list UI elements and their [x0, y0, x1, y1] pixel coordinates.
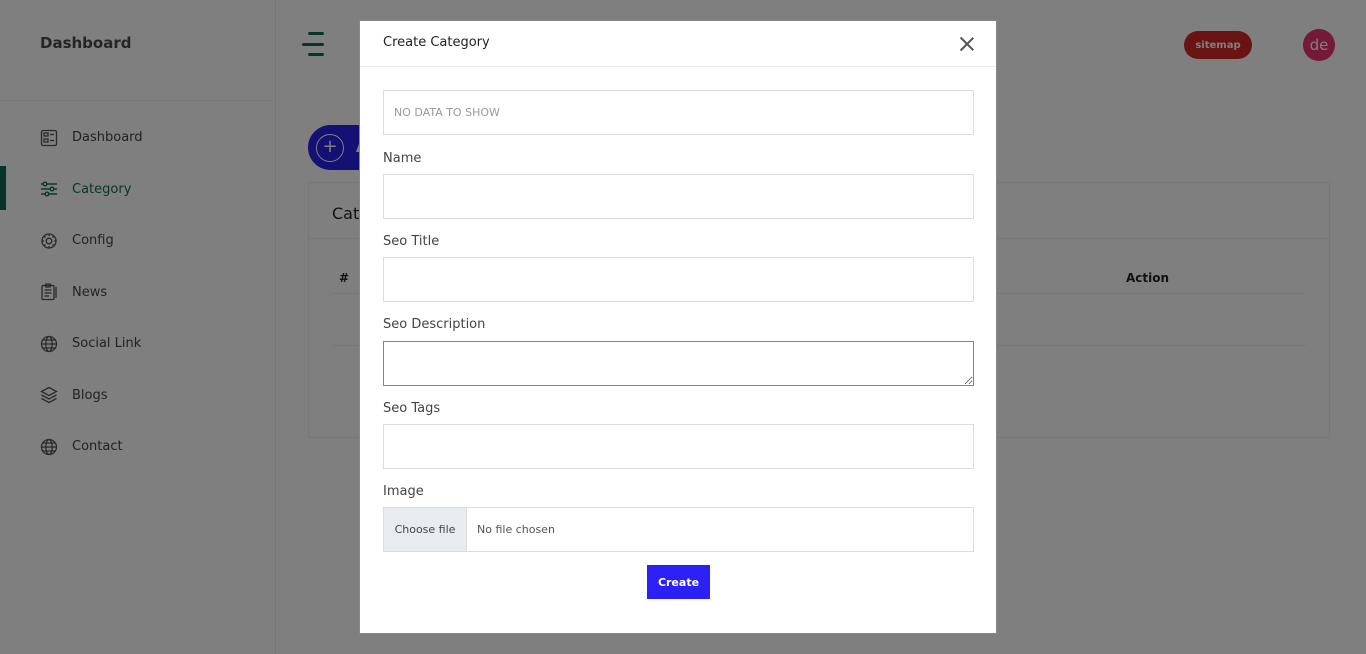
- seo-tags-input[interactable]: [383, 424, 974, 469]
- modal-header: Create Category: [360, 21, 996, 67]
- file-status: No file chosen: [477, 523, 555, 536]
- seo-description-label: Seo Description: [383, 317, 486, 332]
- choose-file-button[interactable]: Choose file: [384, 508, 467, 551]
- create-button[interactable]: Create: [647, 565, 710, 599]
- name-label: Name: [383, 151, 422, 166]
- modal-title: Create Category: [383, 35, 490, 50]
- close-icon[interactable]: [956, 33, 978, 55]
- seo-tags-label: Seo Tags: [383, 401, 441, 416]
- name-input[interactable]: [383, 174, 974, 219]
- image-label: Image: [383, 484, 424, 499]
- seo-title-label: Seo Title: [383, 234, 440, 249]
- image-file-input[interactable]: Choose file No file chosen: [383, 507, 974, 552]
- seo-title-input[interactable]: [383, 257, 974, 302]
- create-category-modal: Create Category NO DATA TO SHOW Name Seo…: [359, 20, 997, 634]
- no-data-box: NO DATA TO SHOW: [383, 90, 974, 135]
- seo-description-textarea[interactable]: [383, 341, 974, 386]
